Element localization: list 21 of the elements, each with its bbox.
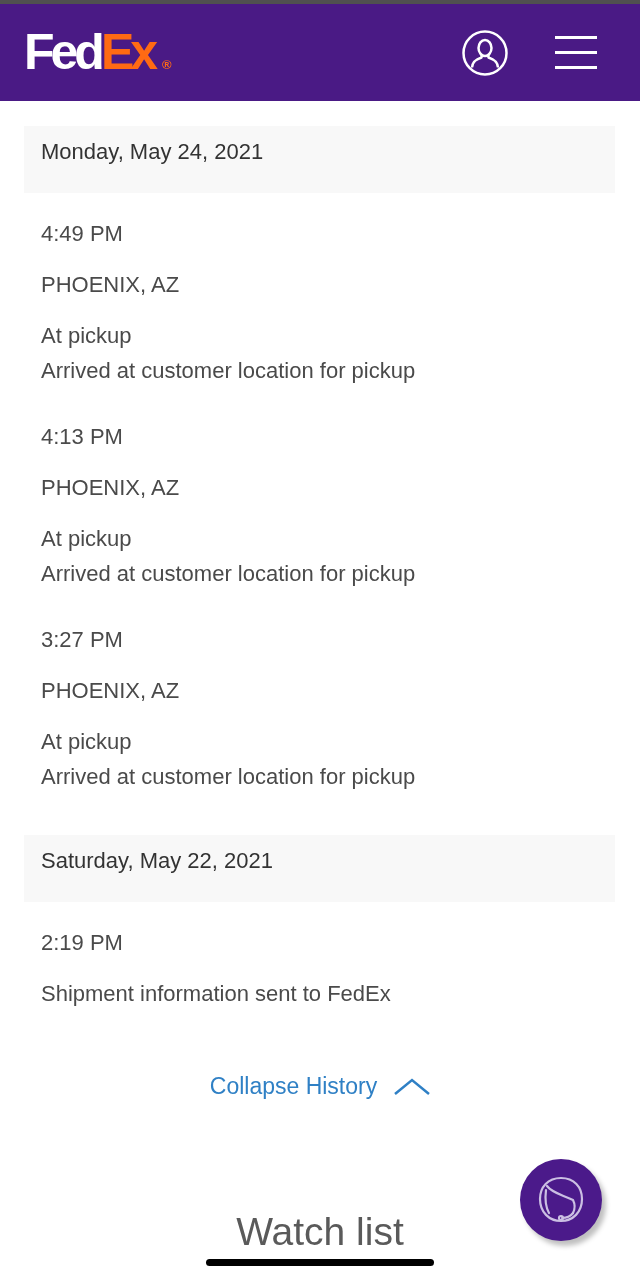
event-description: Arrived at customer location for pickup <box>41 763 417 791</box>
event-status: At pickup <box>41 322 133 350</box>
event-description: Arrived at customer location for pickup <box>41 560 417 588</box>
menu-icon[interactable] <box>555 36 597 69</box>
event-description: Shipment information sent to FedEx <box>41 980 392 1008</box>
event-time: 3:27 PM <box>41 626 124 654</box>
date-header: Monday, May 24, 2021 <box>24 126 615 193</box>
watch-list-heading: Watch list <box>236 1209 404 1255</box>
event-time: 2:19 PM <box>41 929 124 957</box>
event-status: At pickup <box>41 728 133 756</box>
collapse-history-link[interactable]: Collapse History <box>209 1071 431 1101</box>
logo[interactable]: FedEx ® <box>24 26 172 77</box>
event-location: PHOENIX, AZ <box>41 271 181 299</box>
date-header: Saturday, May 22, 2021 <box>24 835 615 902</box>
event-status: At pickup <box>41 525 133 553</box>
event-description: Arrived at customer location for pickup <box>41 357 417 385</box>
user-icon[interactable] <box>462 29 508 76</box>
event-time: 4:49 PM <box>41 220 124 248</box>
event-time: 4:13 PM <box>41 423 124 451</box>
event-location: PHOENIX, AZ <box>41 677 181 705</box>
event-location: PHOENIX, AZ <box>41 474 181 502</box>
